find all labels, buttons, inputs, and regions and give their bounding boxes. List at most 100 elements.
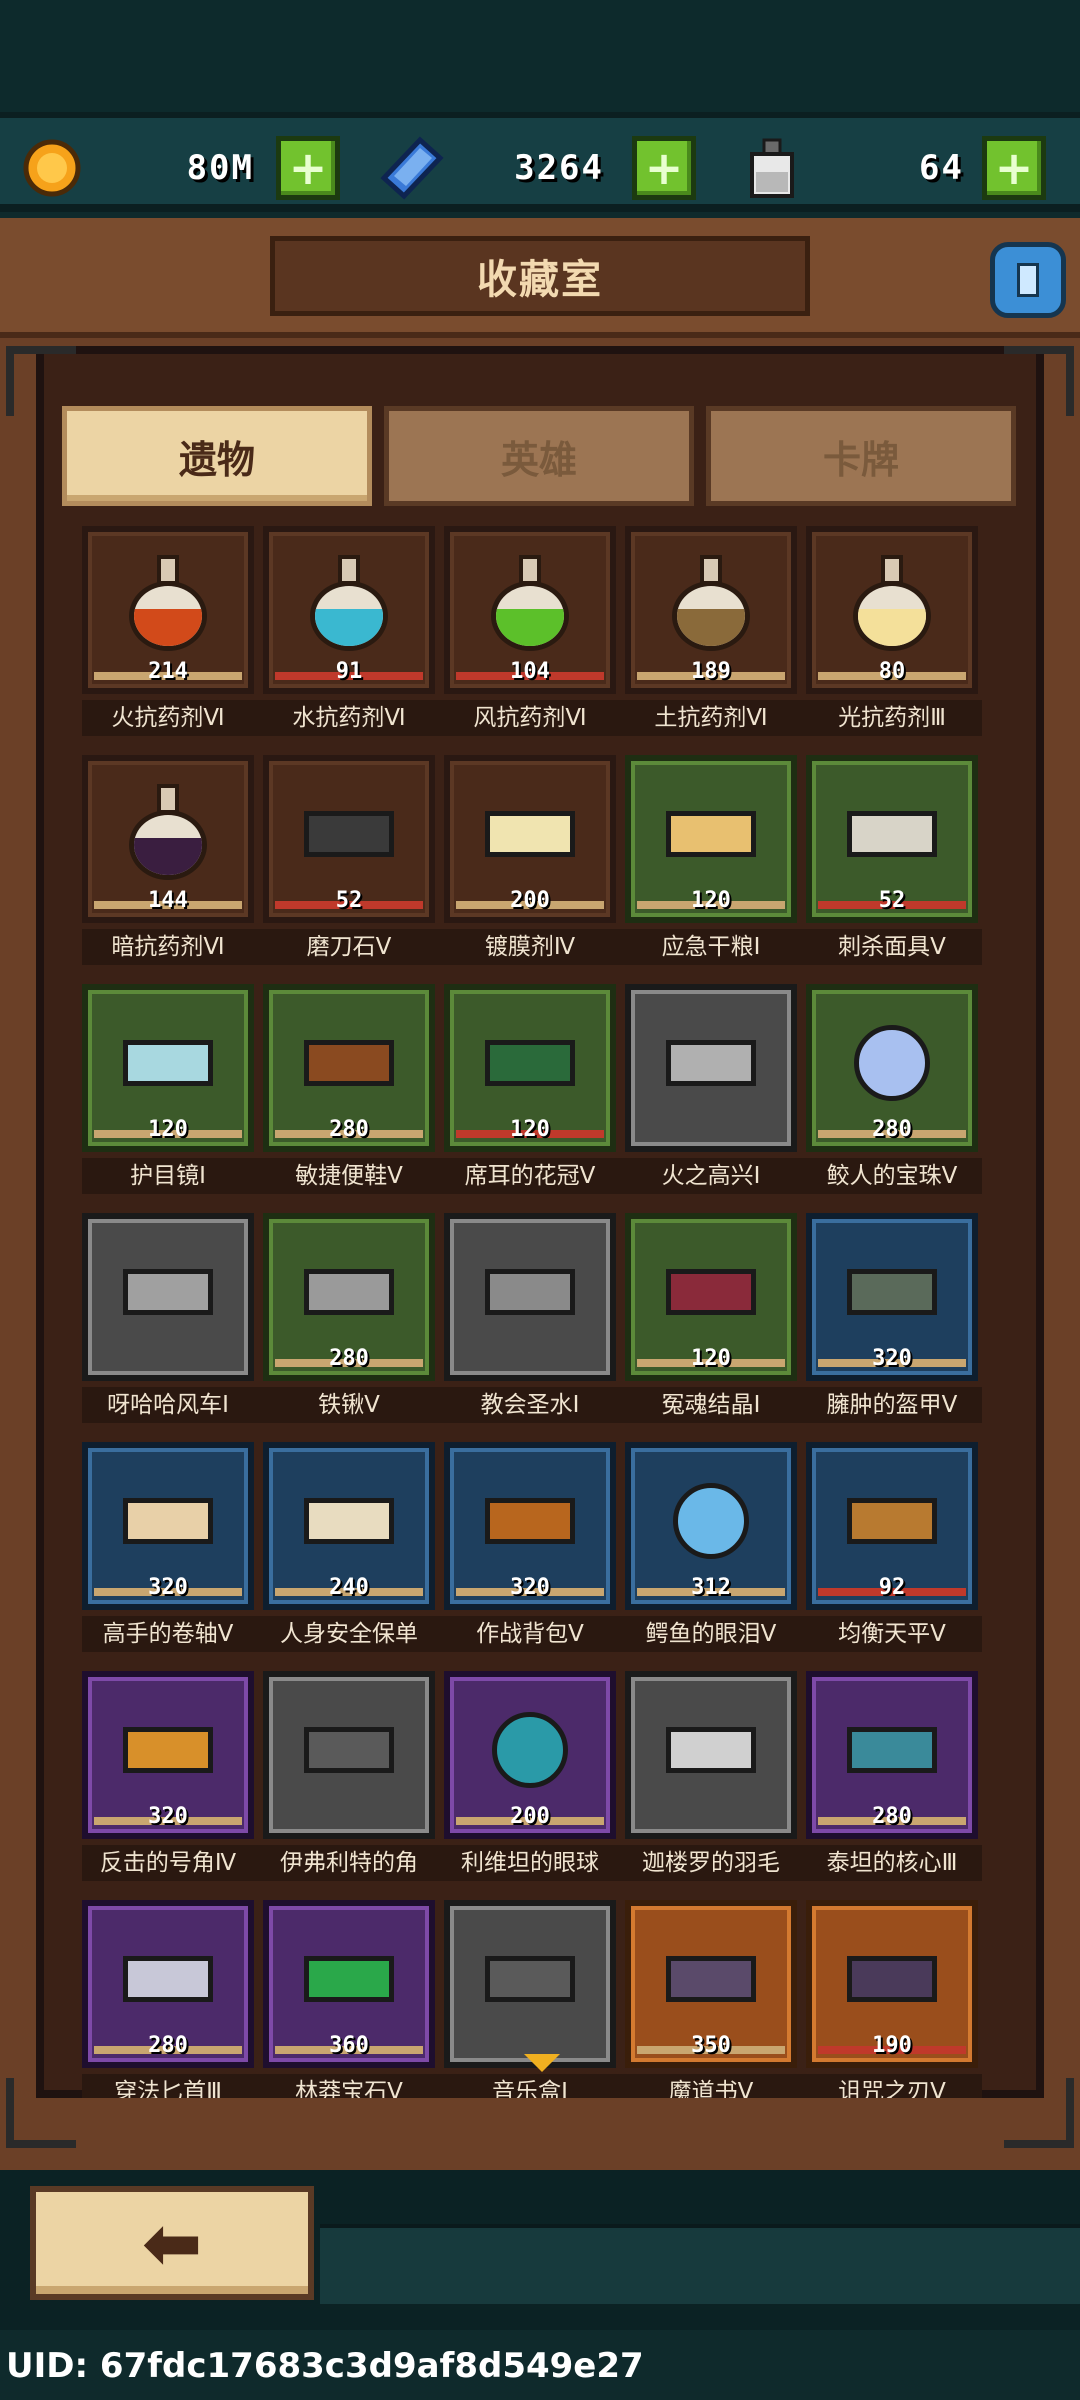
relic-tile: [625, 984, 797, 1152]
relic-item[interactable]: 320 臃肿的盔甲Ⅴ: [800, 1213, 982, 1423]
relic-item[interactable]: 120 护目镜Ⅰ: [82, 984, 260, 1194]
relic-item[interactable]: 189 土抗药剂Ⅵ: [619, 526, 803, 736]
relic-item[interactable]: 312 鳄鱼的眼泪Ⅴ: [619, 1442, 803, 1652]
relic-tile: 280: [263, 984, 435, 1152]
relic-count: 200: [510, 888, 550, 913]
status-area: [0, 0, 1080, 112]
relic-count: 200: [510, 1804, 550, 1829]
relic-item[interactable]: 呀哈哈风车Ⅰ: [82, 1213, 260, 1423]
relic-item[interactable]: 伊弗利特的角: [257, 1671, 441, 1881]
cursed-blade-icon: [842, 1929, 942, 2029]
tab-cards[interactable]: 卡牌: [706, 406, 1016, 506]
relic-tile: [625, 1671, 797, 1839]
relic-name: 水抗药剂Ⅵ: [257, 700, 441, 736]
scroll-more-indicator: [524, 2054, 560, 2072]
relic-item[interactable]: 80 光抗药剂Ⅲ: [800, 526, 982, 736]
relic-count: 144: [148, 888, 188, 913]
relic-tile: 312: [625, 1442, 797, 1610]
blue-crystal-icon: [380, 136, 444, 200]
eyeball-icon: [480, 1700, 580, 1800]
relic-item[interactable]: 200 镀膜剂Ⅳ: [438, 755, 622, 965]
back-button[interactable]: ⬅: [30, 2186, 314, 2300]
goggles-icon: [118, 1013, 218, 1113]
relic-tile: 52: [806, 755, 978, 923]
relic-item[interactable]: 280 泰坦的核心Ⅲ: [800, 1671, 982, 1881]
relic-item[interactable]: 280 穿法匕首Ⅲ: [82, 1900, 260, 2098]
relic-name: 诅咒之刃Ⅴ: [800, 2074, 982, 2098]
relic-name: 光抗药剂Ⅲ: [800, 700, 982, 736]
titan-core-icon: [842, 1700, 942, 1800]
relic-item[interactable]: 320 反击的号角Ⅳ: [82, 1671, 260, 1881]
relic-item[interactable]: 360 林莽宝石Ⅴ: [257, 1900, 441, 2098]
relic-item[interactable]: 92 均衡天平Ⅴ: [800, 1442, 982, 1652]
relic-tile: 280: [82, 1900, 254, 2068]
relic-count: 52: [335, 888, 363, 913]
relic-count: 280: [329, 1346, 369, 1371]
relic-name: 敏捷便鞋Ⅴ: [257, 1158, 441, 1194]
potion-icon: [661, 555, 761, 655]
relic-tile: 189: [625, 526, 797, 694]
relic-item[interactable]: 190 诅咒之刃Ⅴ: [800, 1900, 982, 2098]
relic-item[interactable]: 240 人身安全保单: [257, 1442, 441, 1652]
relic-tile: [82, 1213, 254, 1381]
relic-tile: 350: [625, 1900, 797, 2068]
relic-count: 240: [329, 1575, 369, 1600]
relic-item[interactable]: 200 利维坦的眼球: [438, 1671, 622, 1881]
relic-item[interactable]: 350 魔道书Ⅴ: [619, 1900, 803, 2098]
gold-coin-icon: [20, 136, 84, 200]
relic-count: 120: [148, 1117, 188, 1142]
relic-grid: 214 火抗药剂Ⅵ 91 水抗药剂Ⅵ 104 风抗药剂Ⅵ 189 土抗药剂Ⅵ 80 光抗药剂Ⅲ 14…: [82, 526, 982, 2098]
relic-name: 高手的卷轴Ⅴ: [82, 1616, 260, 1652]
relic-item[interactable]: 迦楼罗的羽毛: [619, 1671, 803, 1881]
relic-item[interactable]: 火之高兴Ⅰ: [619, 984, 803, 1194]
relic-count: 280: [148, 2033, 188, 2058]
add-gem-button[interactable]: +: [632, 136, 696, 200]
relic-item[interactable]: 280 鲛人的宝珠Ⅴ: [800, 984, 982, 1194]
relic-name: 作战背包Ⅴ: [438, 1616, 622, 1652]
relic-tile: 91: [263, 526, 435, 694]
relic-tile: 280: [806, 984, 978, 1152]
relic-name: 鲛人的宝珠Ⅴ: [800, 1158, 982, 1194]
relic-item[interactable]: 144 暗抗药剂Ⅵ: [82, 755, 260, 965]
relic-item[interactable]: 280 敏捷便鞋Ⅴ: [257, 984, 441, 1194]
relic-name: 刺杀面具Ⅴ: [800, 929, 982, 965]
add-potion-button[interactable]: +: [982, 136, 1046, 200]
relic-tile: [263, 1671, 435, 1839]
relic-count: 92: [878, 1575, 906, 1600]
relic-count: 120: [691, 1346, 731, 1371]
relic-item[interactable]: 320 高手的卷轴Ⅴ: [82, 1442, 260, 1652]
user-id-label: UID: 67fdc17683c3d9af8d549e27: [6, 2346, 644, 2386]
relic-tile: 120: [625, 1213, 797, 1381]
potion-amount: 64: [919, 148, 964, 188]
relic-tile: 200: [444, 755, 616, 923]
tab-heroes[interactable]: 英雄: [384, 406, 694, 506]
relic-item[interactable]: 320 作战背包Ⅴ: [438, 1442, 622, 1652]
relic-count: 120: [691, 888, 731, 913]
gem-amount: 3264: [514, 148, 604, 188]
relic-count: 312: [691, 1575, 731, 1600]
relic-tile: 120: [625, 755, 797, 923]
relic-item[interactable]: 120 席耳的花冠Ⅴ: [438, 984, 622, 1194]
scroll-icon: [118, 1471, 218, 1571]
relic-item[interactable]: 教会圣水Ⅰ: [438, 1213, 622, 1423]
relic-item[interactable]: 120 应急干粮Ⅰ: [619, 755, 803, 965]
relic-tile: [444, 1900, 616, 2068]
relic-item[interactable]: 91 水抗药剂Ⅵ: [257, 526, 441, 736]
emerald-icon: [299, 1929, 399, 2029]
relic-item[interactable]: 280 铁锹Ⅴ: [257, 1213, 441, 1423]
potion-resource: 64 +: [740, 132, 1046, 204]
relic-name: 席耳的花冠Ⅴ: [438, 1158, 622, 1194]
relic-item[interactable]: 120 冤魂结晶Ⅰ: [619, 1213, 803, 1423]
bottom-strip: [320, 2224, 1080, 2304]
relic-name: 均衡天平Ⅴ: [800, 1616, 982, 1652]
relic-item[interactable]: 52 刺杀面具Ⅴ: [800, 755, 982, 965]
relic-item[interactable]: 104 风抗药剂Ⅵ: [438, 526, 622, 736]
info-button[interactable]: [990, 242, 1066, 318]
relic-item[interactable]: 52 磨刀石Ⅴ: [257, 755, 441, 965]
tab-relics[interactable]: 遗物: [62, 406, 372, 506]
relic-name: 伊弗利特的角: [257, 1845, 441, 1881]
mask-icon: [842, 784, 942, 884]
resource-bar: 80M + 3264 + 64 +: [0, 112, 1080, 212]
relic-item[interactable]: 214 火抗药剂Ⅵ: [82, 526, 260, 736]
add-gold-button[interactable]: +: [276, 136, 340, 200]
